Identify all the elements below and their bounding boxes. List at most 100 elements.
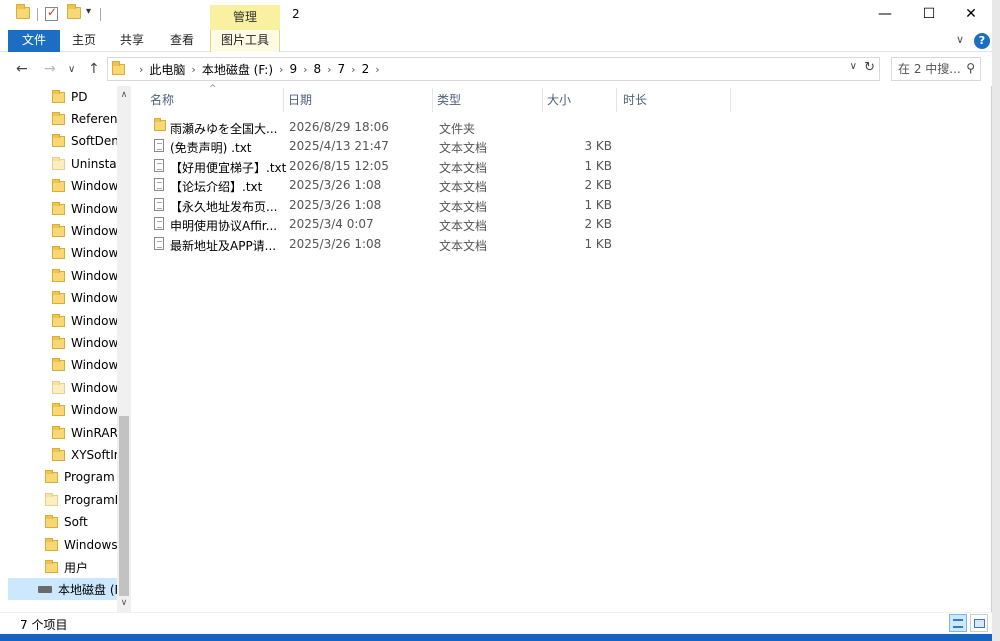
file-name: 【论坛介绍】.txt xyxy=(170,180,263,194)
file-row[interactable]: (免责声明) .txt 2025/4/13 21:47 文本文档 3 KB xyxy=(148,137,628,156)
folder-icon xyxy=(52,447,65,461)
window-title: 2 xyxy=(292,7,300,21)
folder-icon xyxy=(45,537,58,551)
address-dropdown-icon[interactable]: ∨ xyxy=(850,61,857,72)
nav-folder-item[interactable]: Window xyxy=(52,287,118,309)
nav-folder-item[interactable]: Window xyxy=(52,399,118,421)
nav-folder-item[interactable]: Window xyxy=(52,220,118,242)
file-type: 文本文档 xyxy=(439,141,488,155)
tab-view[interactable]: 查看 xyxy=(162,30,202,52)
quick-access-dropdown-icon[interactable]: ▾ xyxy=(86,6,91,17)
breadcrumb-separator[interactable]: › xyxy=(327,63,331,76)
minimize-button[interactable]: — xyxy=(862,0,908,30)
nav-folder-item[interactable]: Window xyxy=(52,310,118,332)
column-header-duration[interactable]: 时长 xyxy=(619,88,731,112)
column-header-type[interactable]: 类型 xyxy=(433,88,543,112)
scroll-down-icon[interactable]: ∨ xyxy=(117,598,131,608)
ribbon-collapse-icon[interactable]: ∨ xyxy=(956,33,964,46)
new-folder-icon[interactable] xyxy=(67,4,81,21)
crumb-7[interactable]: 7 xyxy=(338,62,346,76)
properties-icon[interactable] xyxy=(45,5,59,21)
nav-item-label: Window xyxy=(71,179,119,193)
breadcrumb-separator[interactable]: › xyxy=(351,63,355,76)
nav-scrollbar[interactable]: ∧ ∨ xyxy=(117,86,131,612)
crumb-9[interactable]: 9 xyxy=(289,62,297,76)
nav-folder-item[interactable]: ProgramD xyxy=(45,489,124,511)
refresh-icon[interactable]: ↻ xyxy=(864,60,875,75)
nav-folder-item[interactable]: Windows xyxy=(45,534,118,556)
file-date: 2026/8/15 12:05 xyxy=(289,159,389,173)
nav-folder-item[interactable]: Window xyxy=(52,198,118,220)
file-row[interactable]: 最新地址及APP请... 2025/3/26 1:08 文本文档 1 KB xyxy=(148,235,628,254)
tab-file[interactable]: 文件 xyxy=(8,30,60,52)
file-name: 【永久地址发布页... xyxy=(170,200,278,214)
tab-picture-tools[interactable]: 图片工具 xyxy=(210,30,280,52)
nav-folder-item[interactable]: Window xyxy=(52,377,118,399)
file-row[interactable]: 【论坛介绍】.txt 2025/3/26 1:08 文本文档 2 KB xyxy=(148,176,628,195)
nav-folder-item[interactable]: 用户 xyxy=(45,556,88,578)
search-input[interactable] xyxy=(898,59,968,79)
search-box[interactable]: ⚲ xyxy=(891,57,981,81)
folder-icon[interactable] xyxy=(16,4,30,21)
search-icon[interactable]: ⚲ xyxy=(966,61,975,75)
up-button[interactable]: ↑ xyxy=(88,61,100,77)
scroll-thumb[interactable] xyxy=(119,416,129,596)
tab-share[interactable]: 共享 xyxy=(112,30,152,52)
nav-folder-item[interactable]: Window xyxy=(52,332,118,354)
nav-item-label: PD xyxy=(71,90,88,104)
nav-folder-item[interactable]: Soft xyxy=(45,511,88,533)
crumb-2[interactable]: 2 xyxy=(362,62,370,76)
nav-folder-item[interactable]: Uninstal xyxy=(52,153,120,175)
file-name: 申明使用协议Affir... xyxy=(170,219,278,233)
breadcrumb-separator[interactable]: › xyxy=(139,63,143,76)
nav-folder-item[interactable]: Window xyxy=(52,242,118,264)
nav-folder-item[interactable]: Window xyxy=(52,354,118,376)
scroll-up-icon[interactable]: ∧ xyxy=(117,90,131,100)
large-icons-view-button[interactable] xyxy=(970,614,988,632)
crumb-this-pc[interactable]: 此电脑 xyxy=(149,61,185,78)
file-row[interactable]: 【好用便宜梯子】.txt 2026/8/15 12:05 文本文档 1 KB xyxy=(148,157,628,176)
nav-folder-item[interactable]: SoftDen xyxy=(52,130,119,152)
nav-folder-item[interactable]: Window xyxy=(52,175,118,197)
column-header-date[interactable]: 日期 xyxy=(284,88,433,112)
crumb-drive-f[interactable]: 本地磁盘 (F:) xyxy=(202,61,273,78)
breadcrumb-separator[interactable]: › xyxy=(279,63,283,76)
file-row[interactable]: 申明使用协议Affir... 2025/3/4 0:07 文本文档 2 KB xyxy=(148,215,628,234)
close-button[interactable]: ✕ xyxy=(948,0,994,30)
crumb-8[interactable]: 8 xyxy=(313,62,321,76)
nav-folder-item[interactable]: PD xyxy=(52,86,87,108)
recent-locations-button[interactable]: ∨ xyxy=(68,64,75,75)
nav-item-label: 本地磁盘 (F xyxy=(58,582,122,597)
folder-icon xyxy=(154,118,166,131)
breadcrumb-separator[interactable]: › xyxy=(191,63,195,76)
tab-home[interactable]: 主页 xyxy=(64,30,104,52)
details-view-button[interactable] xyxy=(949,614,967,632)
file-date: 2025/3/26 1:08 xyxy=(289,198,382,212)
nav-folder-item[interactable]: WinRAR xyxy=(52,422,118,444)
nav-folder-item[interactable]: XYSoftIr xyxy=(52,444,119,466)
file-row[interactable]: 【永久地址发布页... 2025/3/26 1:08 文本文档 1 KB xyxy=(148,196,628,215)
nav-folder-item[interactable]: Window xyxy=(52,265,118,287)
forward-button[interactable]: → xyxy=(44,61,56,77)
background-window-edge xyxy=(992,0,1000,641)
back-button[interactable]: ← xyxy=(16,61,28,77)
nav-drive-item[interactable]: 本地磁盘 (F xyxy=(8,578,121,600)
large-icons-view-icon xyxy=(974,619,985,628)
navigation-pane: PD Reference SoftDen Uninstal Window Win… xyxy=(0,86,132,612)
address-bar[interactable]: › 此电脑 › 本地磁盘 (F:) › 9 › 8 › 7 › 2 › ∨ ↻ xyxy=(107,57,880,81)
text-file-icon xyxy=(154,237,164,250)
nav-item-label: SoftDen xyxy=(71,134,119,148)
help-icon[interactable]: ? xyxy=(974,33,990,49)
file-name: 【好用便宜梯子】.txt xyxy=(170,161,287,175)
folder-icon xyxy=(112,60,125,75)
column-header-size[interactable]: 大小 xyxy=(543,88,617,112)
column-header-name[interactable]: 名称 xyxy=(146,88,284,112)
nav-item-label: Window xyxy=(71,291,119,305)
maximize-button[interactable]: ☐ xyxy=(906,0,952,30)
nav-folder-item[interactable]: Program xyxy=(45,466,115,488)
breadcrumb-separator[interactable]: › xyxy=(375,63,379,76)
breadcrumb-separator[interactable]: › xyxy=(303,63,307,76)
folder-icon xyxy=(52,425,65,439)
folder-icon xyxy=(52,245,65,259)
file-row[interactable]: 雨瀬みゆを全国大... 2026/8/29 18:06 文件夹 xyxy=(148,118,628,137)
